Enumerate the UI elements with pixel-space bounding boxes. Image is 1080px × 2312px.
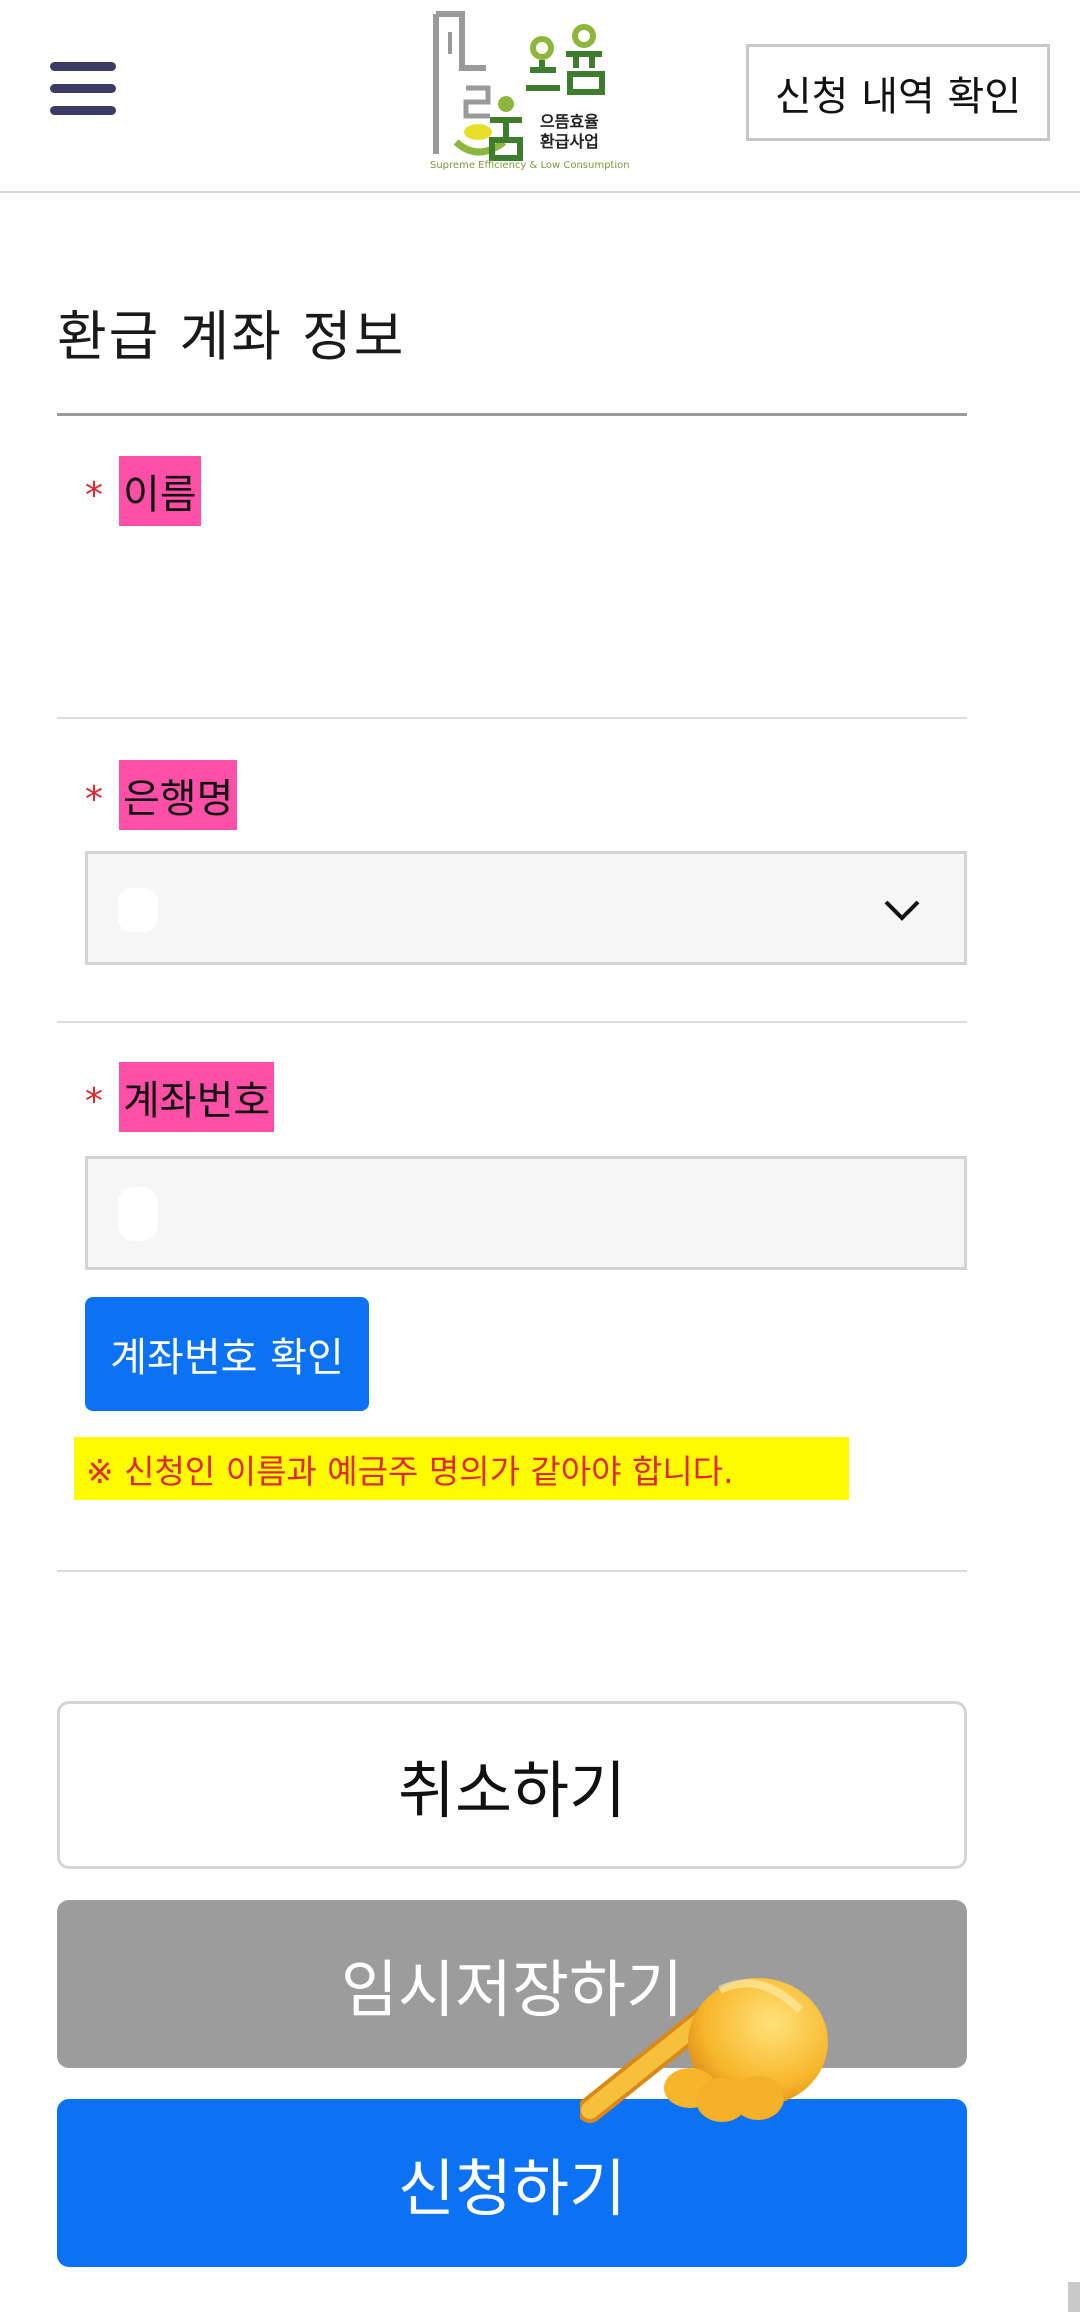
required-mark: *: [85, 778, 103, 820]
required-mark: *: [85, 474, 103, 516]
app-header: 으뜸효율 환급사업 Supreme Efficiency & Low Consu…: [0, 0, 1080, 193]
logo-subtitle: Supreme Efficiency & Low Consumption: [430, 160, 630, 171]
cancel-button[interactable]: 취소하기: [57, 1701, 967, 1869]
title-divider: [57, 413, 967, 416]
bank-label: 은행명: [119, 760, 238, 830]
logo-name-line2: 환급사업: [540, 132, 599, 151]
redacted-value: [118, 888, 158, 932]
account-label: 계좌번호: [119, 1062, 275, 1132]
field-divider: [57, 1570, 967, 1572]
chevron-down-icon: [884, 900, 920, 921]
logo-wordmark: 으뜸효율 환급사업: [540, 112, 599, 152]
name-field-label: * 이름: [85, 456, 201, 526]
scrollbar-thumb[interactable]: [1068, 2282, 1080, 2312]
logo-mark-icon: [433, 11, 605, 161]
verify-account-button[interactable]: 계좌번호 확인: [85, 1297, 369, 1411]
field-divider: [57, 717, 967, 719]
application-history-button[interactable]: 신청 내역 확인: [746, 44, 1050, 141]
account-number-input[interactable]: [85, 1156, 967, 1270]
section-title: 환급 계좌 정보: [57, 305, 406, 368]
pointing-hand-emoji-icon: [580, 1978, 828, 2123]
account-holder-notice: ※ 신청인 이름과 예금주 명의가 같아야 합니다.: [74, 1437, 849, 1500]
account-field-label: * 계좌번호: [85, 1062, 275, 1132]
required-mark: *: [85, 1080, 103, 1122]
redacted-value: [118, 1187, 158, 1241]
field-divider: [57, 1021, 967, 1023]
bank-field-label: * 은행명: [85, 760, 238, 830]
hamburger-menu-icon[interactable]: [50, 60, 118, 118]
logo-name-line1: 으뜸효율: [540, 112, 599, 131]
bank-select[interactable]: [85, 851, 967, 965]
name-label: 이름: [119, 456, 201, 526]
